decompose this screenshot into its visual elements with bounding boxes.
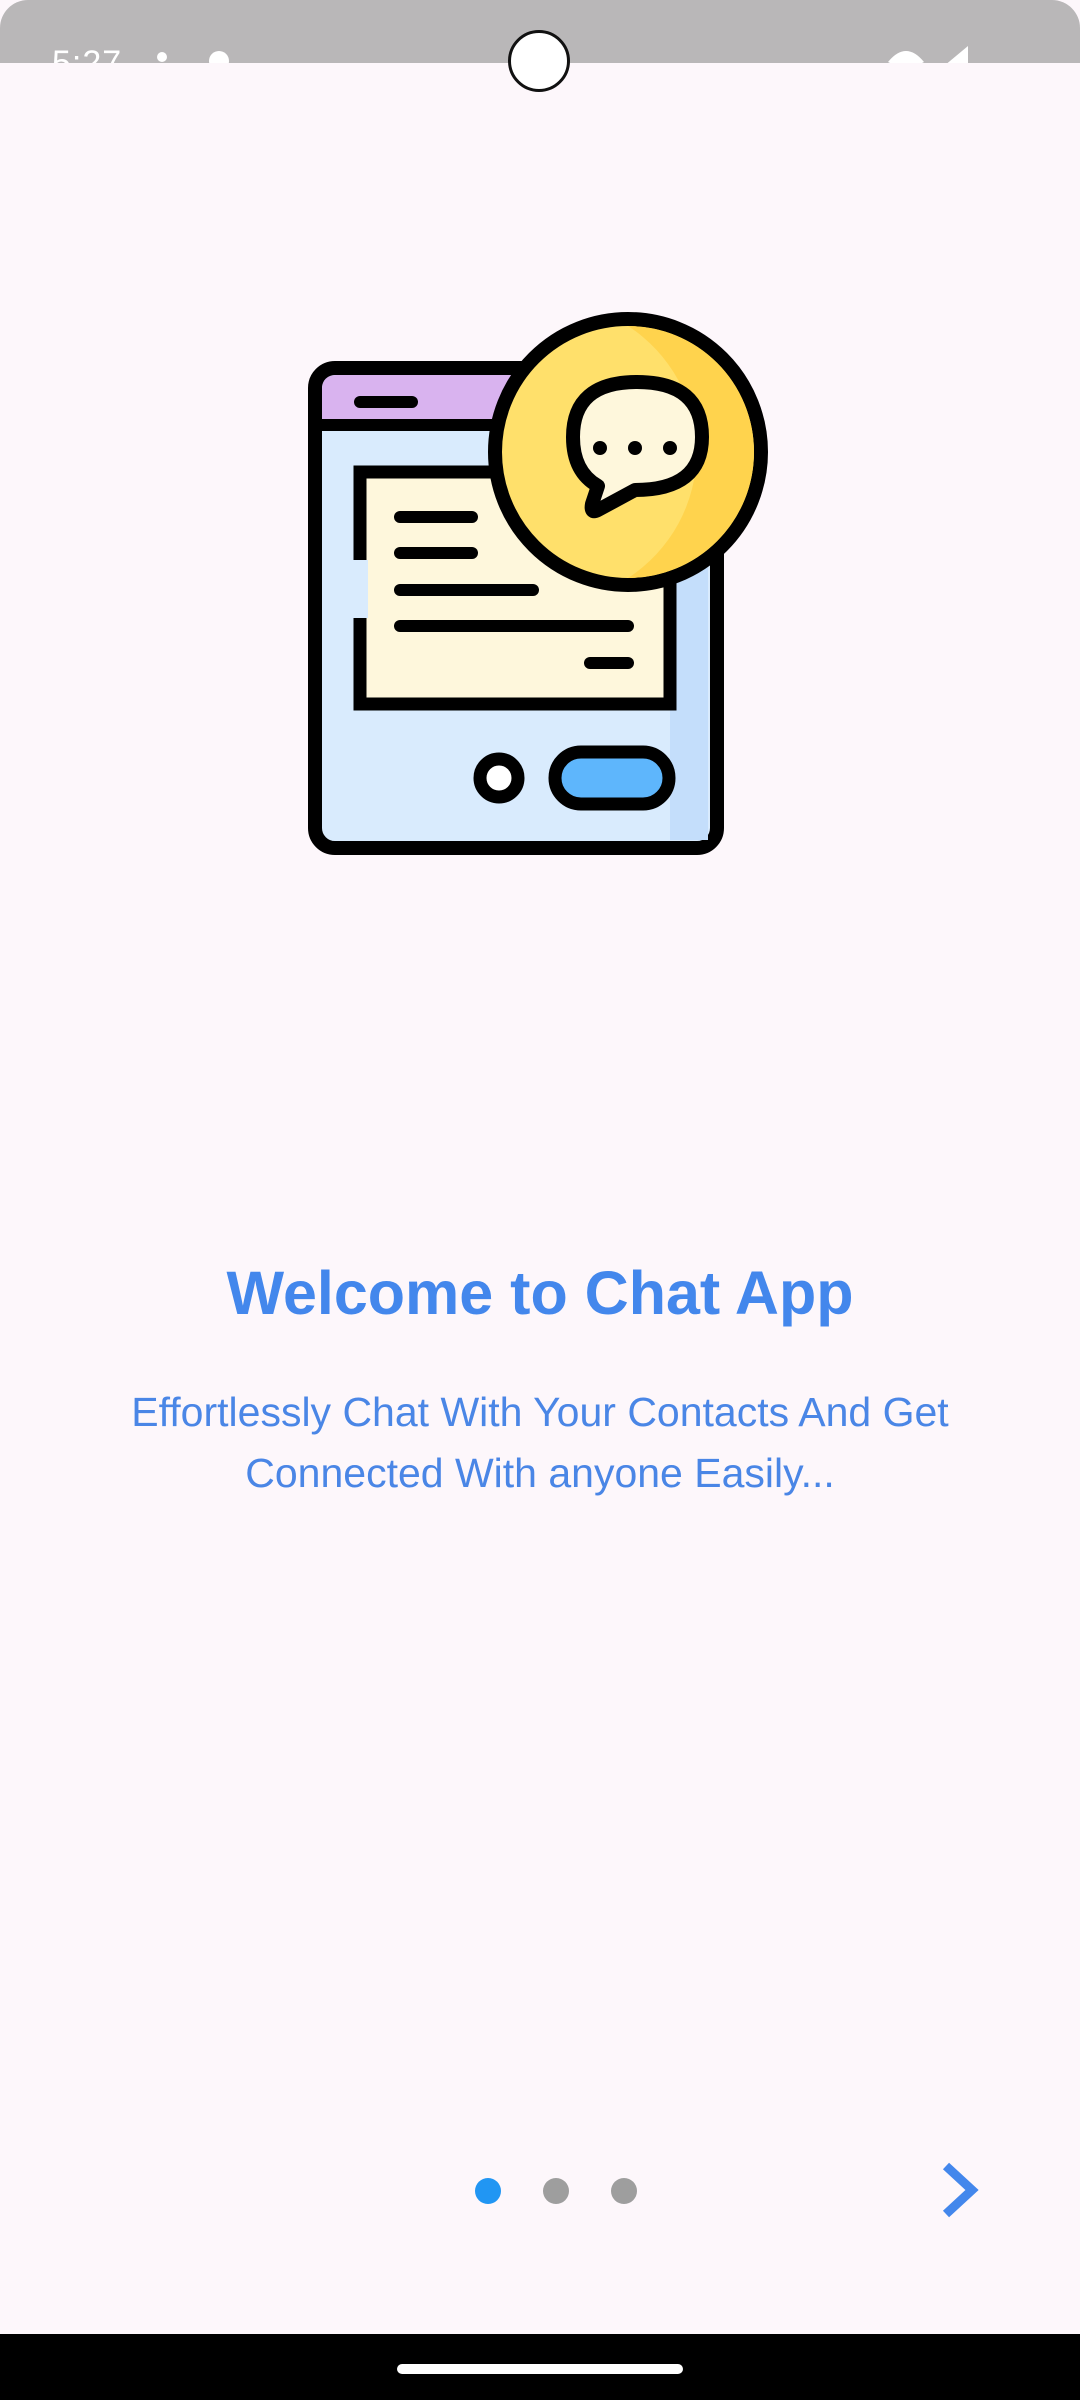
page-indicator — [475, 2178, 637, 2204]
welcome-subtitle: Effortlessly Chat With Your Contacts And… — [131, 1389, 949, 1496]
status-time: 5:27 — [52, 44, 123, 63]
wifi-icon — [888, 51, 924, 63]
chevron-right-icon — [942, 2162, 979, 2218]
cellular-signal-icon — [947, 46, 968, 63]
onboarding-screen: 5:27 Welcome to Chat App Effortlessly Ch… — [0, 0, 1080, 2400]
page-indicator-dot-3[interactable] — [611, 2178, 637, 2204]
camera-cutout — [508, 30, 570, 92]
home-indicator[interactable] — [397, 2364, 683, 2374]
welcome-title: Welcome to Chat App — [226, 1259, 854, 1327]
chat-window-illustration-icon — [308, 312, 768, 855]
page-indicator-dot-1[interactable] — [475, 2178, 501, 2204]
page-indicator-dot-2[interactable] — [543, 2178, 569, 2204]
notification-icon — [209, 51, 229, 63]
location-icon — [157, 52, 167, 62]
next-button[interactable] — [920, 2150, 1000, 2230]
